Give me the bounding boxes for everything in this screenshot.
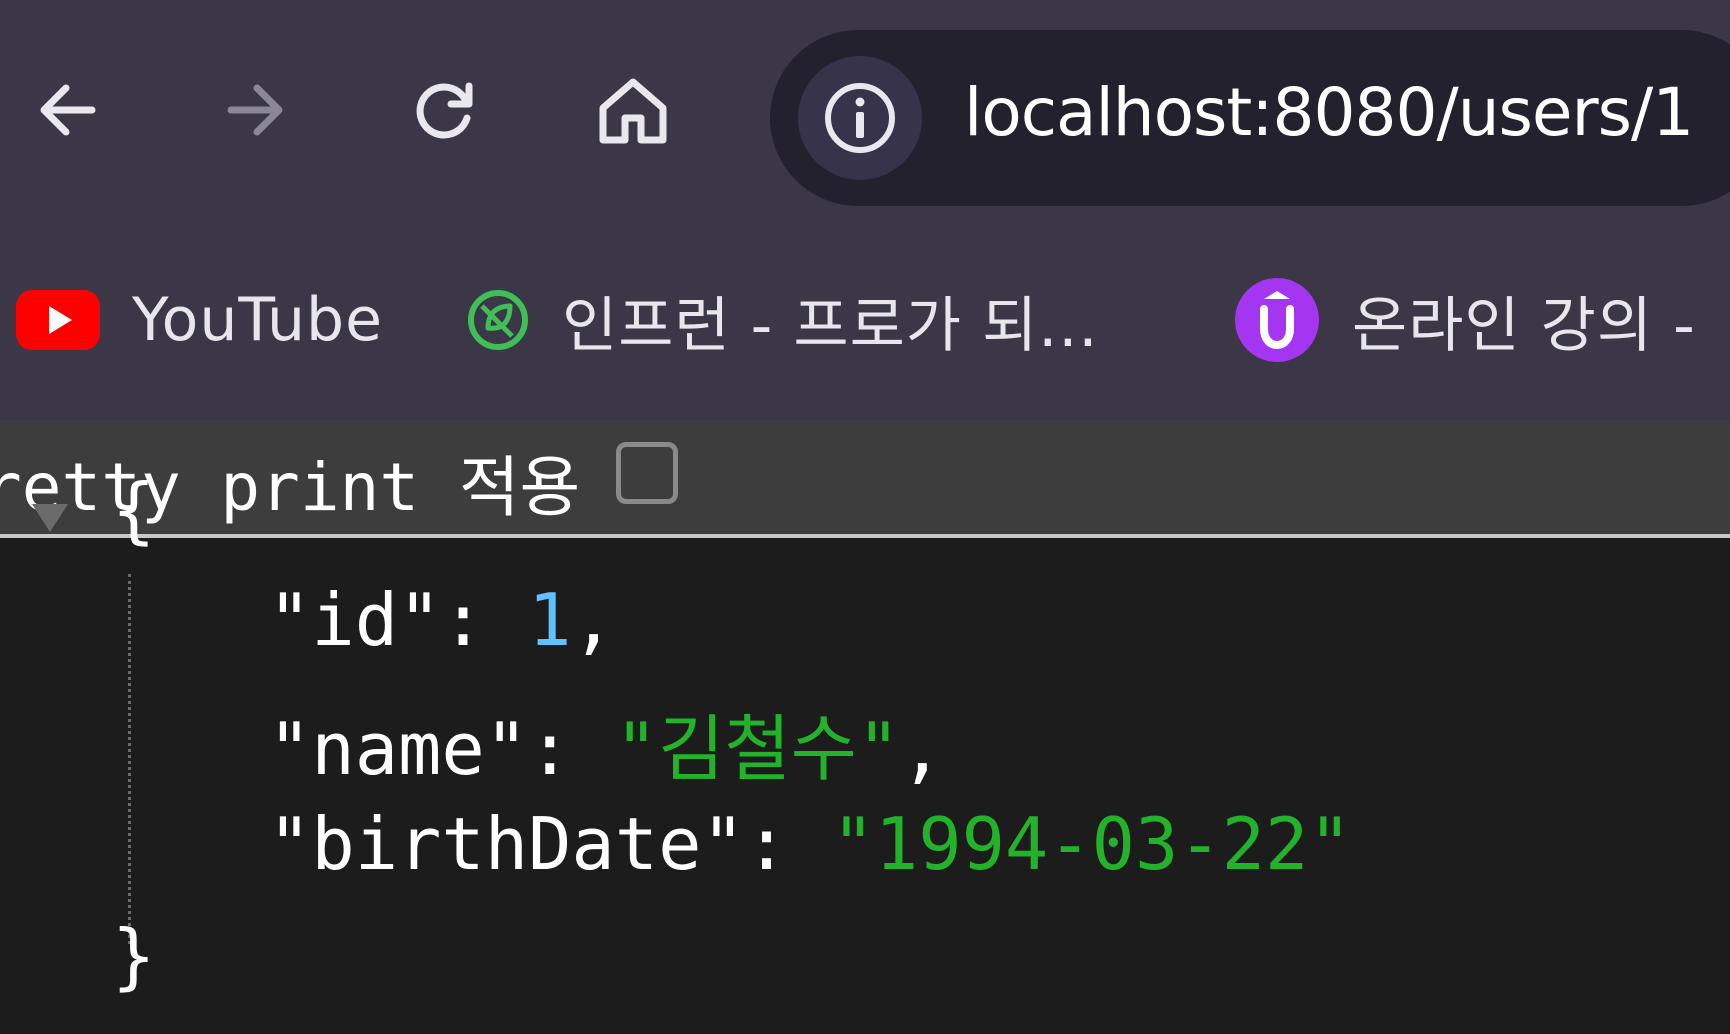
json-key: "id" — [268, 578, 442, 662]
json-open-brace: { — [112, 468, 156, 552]
bookmarks-bar: YouTube 인프런 - 프로가 되... 온라인 강의 - — [0, 230, 1730, 420]
address-bar[interactable]: localhost:8080/users/1 — [770, 30, 1730, 206]
home-icon — [599, 78, 667, 144]
bookmark-youtube[interactable]: YouTube — [16, 270, 383, 370]
json-colon: : — [528, 707, 615, 791]
pretty-print-bar: retty print 적용 — [0, 420, 1730, 538]
json-line: "birthDate": "1994-03-22" — [268, 802, 1352, 886]
indent-guide — [128, 574, 131, 944]
arrow-left-icon — [40, 84, 96, 136]
json-line: "name": "김철수", — [268, 690, 944, 795]
json-comma: , — [571, 578, 615, 662]
bookmark-label: 인프런 - 프로가 되... — [562, 290, 1099, 361]
bookmark-udemy[interactable]: 온라인 강의 - — [1234, 270, 1696, 370]
json-string-value: "김철수" — [614, 707, 901, 791]
json-colon: : — [441, 578, 529, 662]
json-string-value: "1994-03-22" — [831, 802, 1352, 886]
back-button[interactable] — [18, 60, 118, 160]
pretty-print-label: retty print 적용 — [0, 449, 581, 526]
youtube-icon — [16, 290, 100, 350]
pretty-print-checkbox[interactable] — [616, 442, 678, 504]
json-comma: , — [900, 707, 944, 791]
browser-toolbar: localhost:8080/users/1 — [0, 0, 1730, 230]
site-info-button[interactable] — [798, 56, 922, 180]
json-key: "birthDate" — [268, 802, 745, 886]
json-key: "name" — [268, 707, 529, 791]
collapse-triangle-icon[interactable] — [30, 498, 70, 538]
bookmark-label: YouTube — [132, 285, 383, 355]
bookmark-inflearn[interactable]: 인프런 - 프로가 되... — [466, 270, 1098, 370]
inflearn-leaf-icon — [468, 290, 528, 350]
json-colon: : — [744, 802, 832, 886]
json-line: "id": 1, — [268, 578, 615, 662]
home-button[interactable] — [583, 60, 683, 160]
info-icon — [825, 83, 895, 153]
json-number-value: 1 — [528, 578, 572, 662]
reload-button[interactable] — [395, 60, 495, 160]
json-viewer: { "id": 1, "name": "김철수", "birthDate": "… — [0, 468, 1730, 1034]
reload-icon — [416, 82, 473, 139]
arrow-right-icon — [227, 84, 283, 136]
forward-button[interactable] — [205, 60, 305, 160]
bookmark-label: 온라인 강의 - — [1352, 290, 1696, 361]
json-close-brace: } — [112, 914, 156, 998]
udemy-icon — [1235, 278, 1319, 362]
url-text[interactable]: localhost:8080/users/1 — [964, 74, 1694, 151]
